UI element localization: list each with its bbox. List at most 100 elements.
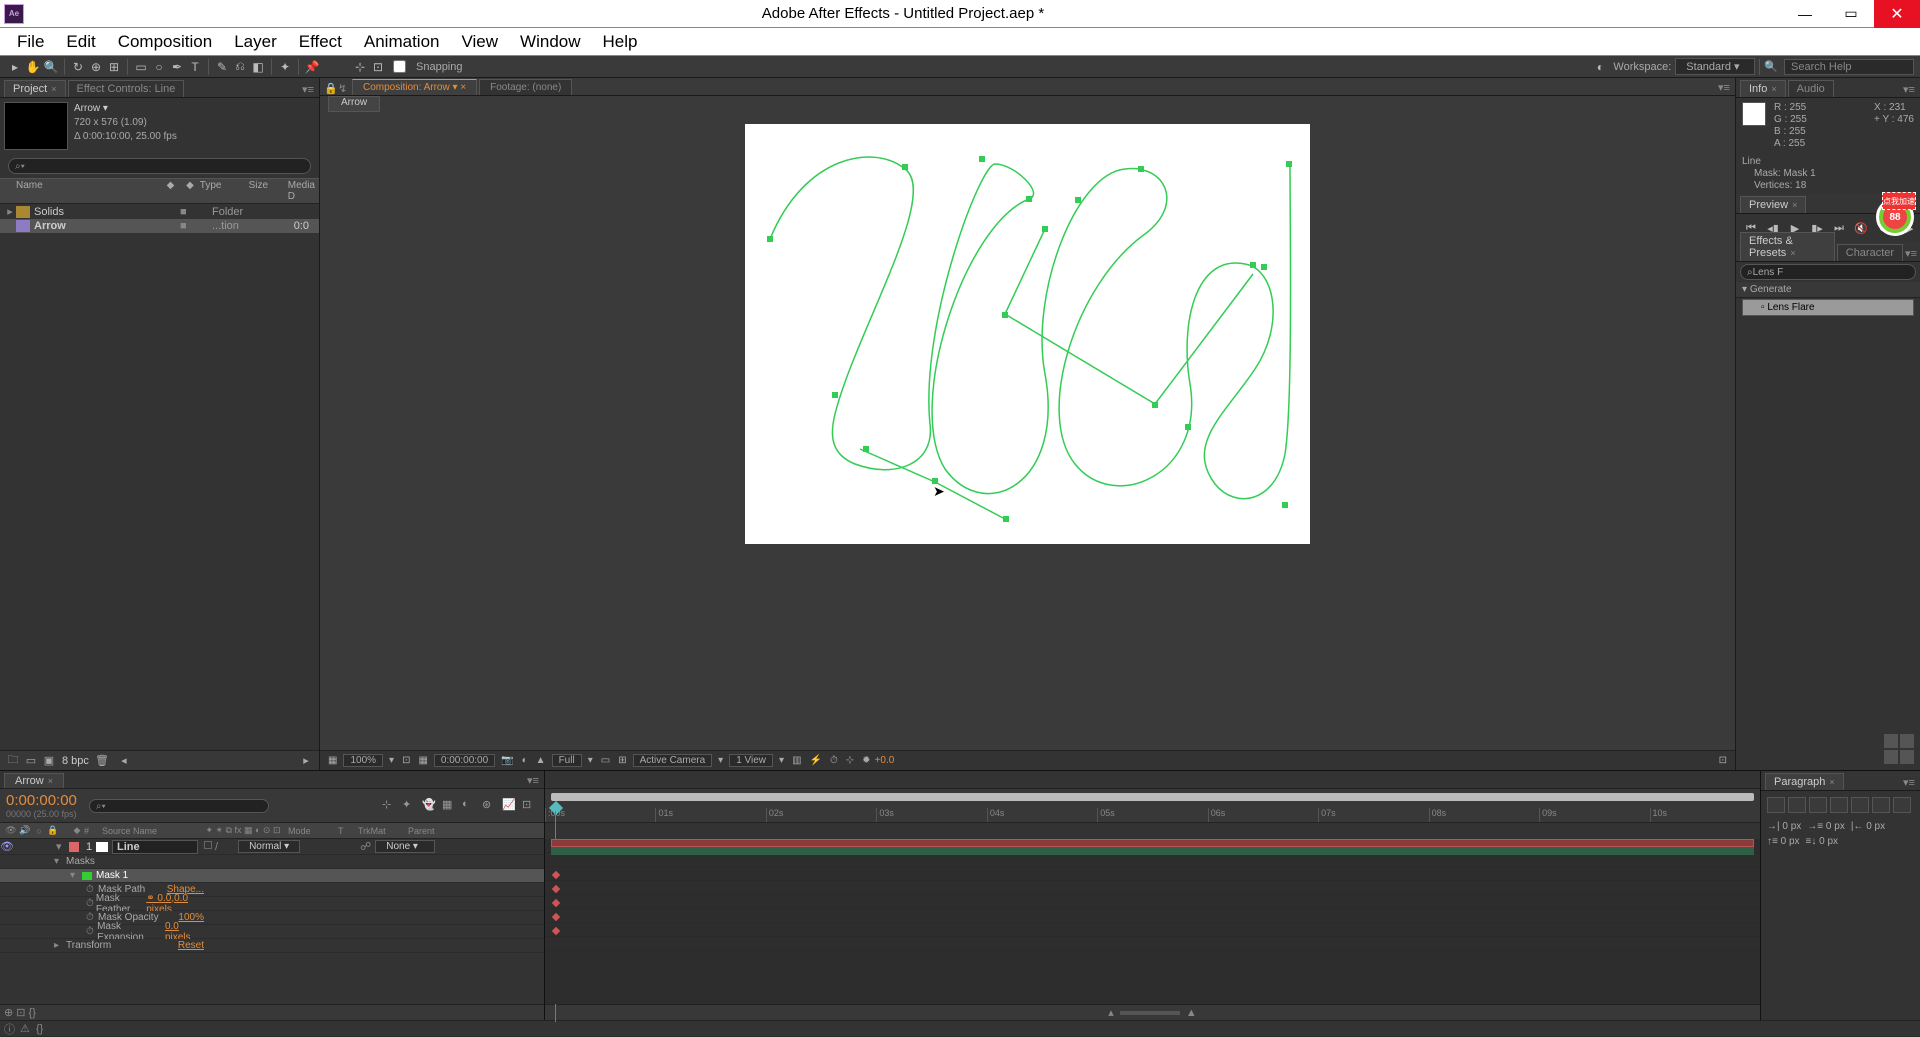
audio-col-icon[interactable]: 🔊 xyxy=(18,825,32,836)
menu-file[interactable]: File xyxy=(6,32,55,52)
effect-category[interactable]: ▾ Generate xyxy=(1736,282,1920,298)
timeline-tab[interactable]: Arrow× xyxy=(4,773,64,788)
layer-name-input[interactable]: Line xyxy=(112,840,198,854)
comp-mini-tab[interactable]: Arrow xyxy=(328,96,380,112)
mask-feather-prop[interactable]: ⏱Mask Feather⚭ 0.0,0.0 pixels xyxy=(0,897,544,911)
mask1-group[interactable]: ▾Mask 1 xyxy=(0,869,544,883)
menu-animation[interactable]: Animation xyxy=(353,32,451,52)
new-comp-icon[interactable]: ▣ xyxy=(40,753,58,769)
project-tab[interactable]: Project× xyxy=(4,80,66,97)
interpret-footage-icon[interactable]: 🗀 xyxy=(4,753,22,769)
anchor-tool-icon[interactable]: ⊞ xyxy=(105,58,123,76)
keyframe-icon[interactable] xyxy=(552,927,560,935)
character-tab[interactable]: Character xyxy=(1837,244,1903,261)
blend-mode-select[interactable]: Normal ▾ xyxy=(238,840,300,853)
justify-last-left-icon[interactable] xyxy=(1830,797,1848,813)
next-icon[interactable]: ▸ xyxy=(297,753,315,769)
keyframe-icon[interactable] xyxy=(552,899,560,907)
menu-help[interactable]: Help xyxy=(592,32,649,52)
justify-last-center-icon[interactable] xyxy=(1851,797,1869,813)
zoom-out-icon[interactable]: ▴ xyxy=(1108,1006,1114,1019)
brainstorm-icon[interactable]: ⊛ xyxy=(482,798,498,814)
menu-window[interactable]: Window xyxy=(509,32,591,52)
snapshot-icon[interactable]: 📷 xyxy=(497,755,517,766)
roi-icon[interactable]: ▭ xyxy=(597,755,614,766)
channel-icon[interactable]: ◐ xyxy=(518,755,532,766)
always-preview-icon[interactable]: ▦ xyxy=(324,755,341,766)
toggle-switches-icon[interactable]: ⊕ ⊡ {} xyxy=(4,1006,36,1019)
workspace-select[interactable]: Standard ▾ xyxy=(1675,58,1755,75)
layer-bar[interactable] xyxy=(551,839,1754,847)
mask-bar[interactable] xyxy=(551,847,1754,855)
timeline-tracks[interactable] xyxy=(545,839,1760,1004)
indent-right-value[interactable]: |← 0 px xyxy=(1851,821,1885,832)
stopwatch-icon[interactable]: ⏱ xyxy=(86,926,97,937)
roto-tool-icon[interactable]: ✦ xyxy=(276,58,294,76)
mask-path-prop[interactable]: ⏱Mask PathShape... xyxy=(0,883,544,897)
brainstorm-icon[interactable]: ◐ xyxy=(1591,58,1609,76)
new-folder-icon[interactable]: ▭ xyxy=(22,753,40,769)
snapping-checkbox[interactable] xyxy=(393,60,406,73)
maximize-button[interactable]: ▭ xyxy=(1828,0,1874,28)
switches-col[interactable]: ✦ ✴ ⧉ fx ▦ ◐ ⊙ ⊡ xyxy=(198,825,288,836)
pixel-aspect-icon[interactable]: ▥ xyxy=(788,755,805,766)
close-icon[interactable]: × xyxy=(48,776,53,786)
lock-icon[interactable]: 🔒 xyxy=(324,82,338,95)
bpc-toggle[interactable]: 8 bpc xyxy=(62,755,89,767)
align-left-icon[interactable] xyxy=(1767,797,1785,813)
prev-icon[interactable]: ◂ xyxy=(115,753,133,769)
justify-all-icon[interactable] xyxy=(1893,797,1911,813)
maximize-panel-icon[interactable]: ⊡ xyxy=(1715,755,1731,766)
audio-tab[interactable]: Audio xyxy=(1788,80,1834,97)
graph-editor-icon[interactable]: 📈 xyxy=(502,798,518,814)
hide-shy-icon[interactable]: 👻 xyxy=(422,798,438,814)
comp-mini-flowchart-icon[interactable]: ⊹ xyxy=(382,798,398,814)
visibility-toggle[interactable]: 👁 xyxy=(0,840,14,853)
rotate-tool-icon[interactable]: ↻ xyxy=(69,58,87,76)
status-expr-icon[interactable]: {} xyxy=(36,1023,52,1035)
time-display[interactable]: 0:00:00:00 xyxy=(434,754,495,767)
timeline-search-input[interactable]: ⌕▾ xyxy=(89,799,269,813)
layer-color-swatch[interactable] xyxy=(69,842,79,852)
composition-viewer[interactable]: ➤ xyxy=(320,112,1735,750)
current-timecode[interactable]: 0:00:00:00 xyxy=(0,792,77,809)
views-select[interactable]: 1 View xyxy=(729,754,773,767)
effects-search-input[interactable]: ⌕ Lens F xyxy=(1740,264,1916,280)
lock-col-icon[interactable]: 🔒 xyxy=(46,825,60,836)
col-label-icon[interactable]: ◆ xyxy=(161,180,181,202)
status-info-icon[interactable]: ⓘ xyxy=(4,1021,20,1037)
keyframe-icon[interactable] xyxy=(552,885,560,893)
pen-tool-icon[interactable]: ✒ xyxy=(168,58,186,76)
transparency-icon[interactable]: ▦ xyxy=(414,755,431,766)
flowchart-icon[interactable]: ⊹ xyxy=(842,755,858,766)
source-name-col[interactable]: Source Name xyxy=(98,826,198,836)
col-size[interactable]: Size xyxy=(249,180,288,202)
rect-tool-icon[interactable]: ▭ xyxy=(132,58,150,76)
panel-menu-icon[interactable]: ▾≡ xyxy=(527,774,541,788)
twirl-icon[interactable]: ▸ xyxy=(4,205,16,218)
snap-axis-icon[interactable]: ⊹ xyxy=(351,58,369,76)
draft-3d-icon[interactable]: ✦ xyxy=(402,798,418,814)
mask-opacity-prop[interactable]: ⏱Mask Opacity100% xyxy=(0,911,544,925)
puppet-tool-icon[interactable]: 📌 xyxy=(303,58,321,76)
flow-icon[interactable]: ↯ xyxy=(338,82,352,95)
indent-left-value[interactable]: →| 0 px xyxy=(1767,821,1801,832)
menu-effect[interactable]: Effect xyxy=(288,32,353,52)
panel-menu-icon[interactable]: ▾≡ xyxy=(1718,81,1732,95)
fast-preview-icon[interactable]: ⚡ xyxy=(806,755,826,766)
menu-composition[interactable]: Composition xyxy=(107,32,224,52)
timeline-icon[interactable]: ⏱ xyxy=(826,755,842,766)
col-type-icon[interactable]: ◆ xyxy=(180,180,200,202)
comp-viewer-tab[interactable]: Composition: Arrow ▾ × xyxy=(352,79,477,95)
timeline-layer-line[interactable]: 👁 ▾ 1 Line / Normal ▾ ☍ None ▾ xyxy=(0,839,544,855)
stopwatch-icon[interactable]: ⏱ xyxy=(86,898,96,909)
zoom-tool-icon[interactable]: 🔍 xyxy=(42,58,60,76)
eraser-tool-icon[interactable]: ◧ xyxy=(249,58,267,76)
align-center-icon[interactable] xyxy=(1788,797,1806,813)
col-media[interactable]: Media D xyxy=(288,180,315,202)
resolution-icon[interactable]: ⊡ xyxy=(398,755,414,766)
col-name[interactable]: Name xyxy=(4,180,161,202)
project-search-input[interactable]: ⌕▾ xyxy=(8,158,311,174)
menu-layer[interactable]: Layer xyxy=(223,32,288,52)
menu-view[interactable]: View xyxy=(451,32,510,52)
